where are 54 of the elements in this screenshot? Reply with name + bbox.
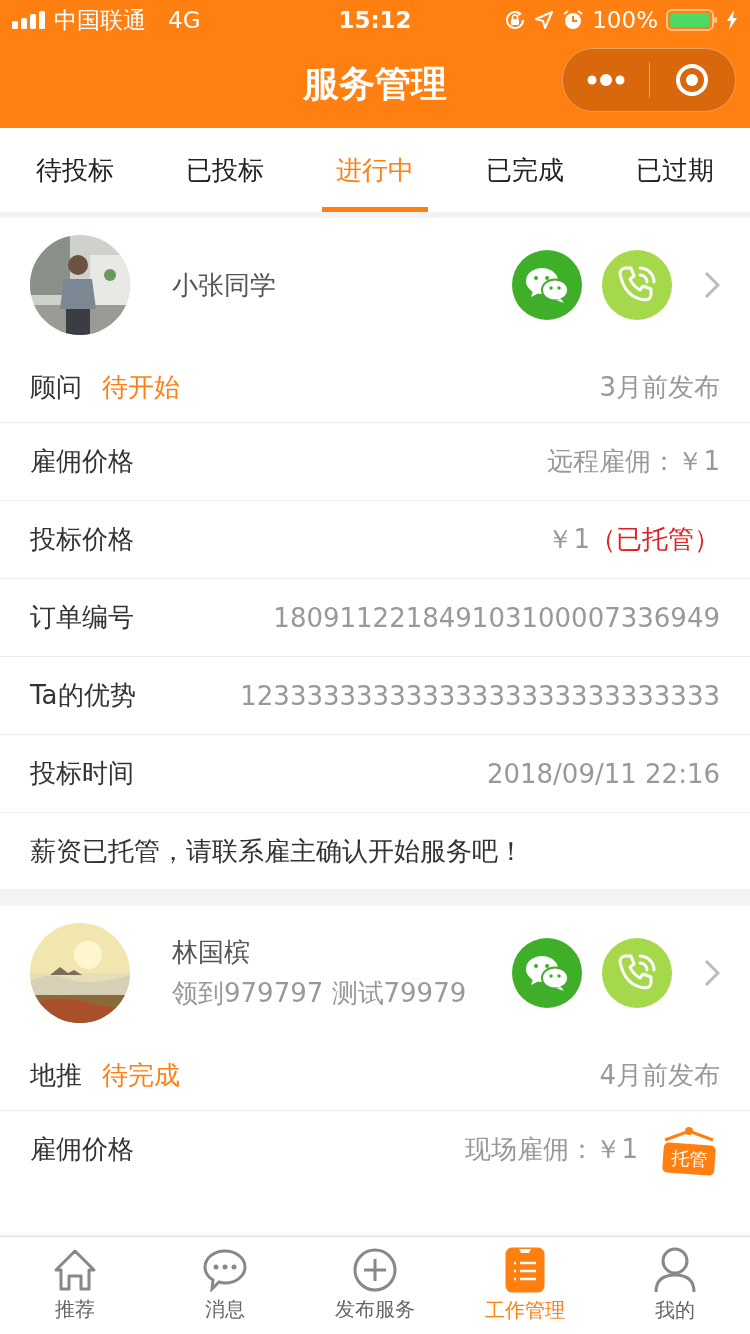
- status-message: 薪资已托管，请联系雇主确认开始服务吧！: [30, 834, 524, 868]
- field-label: 投标时间: [30, 757, 134, 790]
- field-value: 12333333333333333333333333333: [240, 680, 720, 711]
- alarm-icon: [562, 9, 585, 31]
- chat-bubbles-icon: [525, 266, 569, 304]
- nav-tab[interactable]: 我的: [600, 1237, 750, 1334]
- service-title: 领到979797 测试79979: [172, 977, 468, 1010]
- plus-circle-icon: [352, 1248, 398, 1292]
- nav-tab[interactable]: 发布服务: [300, 1237, 450, 1334]
- escrow-note: （已托管）: [590, 523, 720, 556]
- status-tab[interactable]: 已投标: [172, 128, 278, 212]
- nav-tab[interactable]: 消息: [150, 1237, 300, 1334]
- status-tab[interactable]: 待投标: [22, 128, 128, 212]
- signal-icon: [12, 11, 46, 29]
- location-icon: [534, 10, 555, 30]
- carrier-name: 中国联通: [54, 5, 146, 35]
- publish-time: 4月前发布: [599, 1058, 720, 1092]
- network-type: 4G: [168, 7, 201, 33]
- battery-percent: 100%: [592, 7, 658, 33]
- escrow-tag: 托管: [662, 1141, 716, 1176]
- target-icon: [675, 63, 710, 97]
- field-label: 雇佣价格: [30, 445, 134, 478]
- chevron-right-icon[interactable]: [704, 271, 720, 299]
- field-label: 订单编号: [30, 601, 134, 634]
- rotation-lock-icon: [504, 9, 527, 31]
- field-value: 2018/09/11 22:16: [486, 758, 720, 789]
- charging-icon: [726, 10, 738, 30]
- field-label: 投标价格: [30, 523, 134, 556]
- user-name: 林国槟: [172, 936, 251, 969]
- person-icon: [653, 1247, 697, 1293]
- field-value: 180911221849103100007336949: [273, 602, 720, 633]
- page-title: 服务管理: [303, 61, 447, 106]
- status-tab[interactable]: 已完成: [472, 128, 578, 212]
- role-label: 顾问: [30, 370, 82, 404]
- nav-tab[interactable]: 推荐: [0, 1237, 150, 1334]
- user-name: 小张同学: [172, 268, 277, 302]
- battery-icon: [666, 9, 718, 31]
- field-label: 雇佣价格: [30, 1133, 134, 1166]
- status-label: 待完成: [102, 1058, 180, 1092]
- role-label: 地推: [30, 1058, 82, 1092]
- status-tab[interactable]: 已过期: [622, 128, 728, 212]
- more-icon: [585, 73, 626, 87]
- home-icon: [52, 1248, 98, 1292]
- status-label: 待开始: [102, 370, 180, 404]
- field-value: 远程雇佣：￥1: [547, 445, 720, 478]
- field-value: 现场雇佣：￥1: [465, 1133, 638, 1166]
- chevron-right-icon[interactable]: [704, 959, 720, 987]
- clipboard-list-icon: [505, 1247, 545, 1293]
- clock-time: 15:12: [338, 7, 412, 33]
- chat-icon: [202, 1248, 248, 1292]
- publish-time: 3月前发布: [599, 370, 720, 404]
- field-value: ￥1: [547, 523, 590, 556]
- field-label: Ta的优势: [30, 679, 136, 712]
- chat-bubbles-icon: [525, 954, 569, 992]
